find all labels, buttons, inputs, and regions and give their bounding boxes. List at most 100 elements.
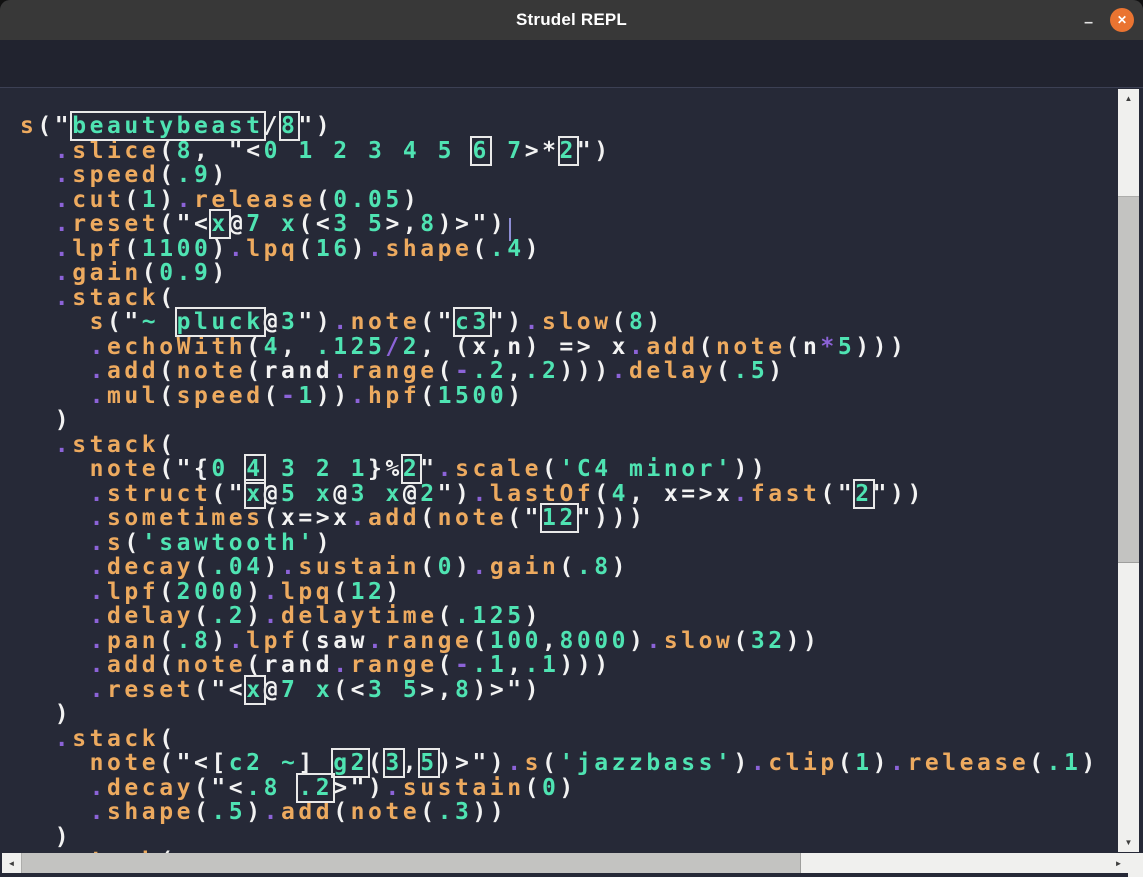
code-token: 'sawtooth' [142,530,316,556]
code-token: @ [333,481,350,507]
code-token: x [316,481,333,507]
code-line[interactable]: .stack( [20,286,1117,311]
code-token: ( [246,358,263,384]
scroll-right-arrow-icon[interactable]: ► [1111,853,1126,873]
code-token: . [368,236,385,262]
code-editor[interactable]: s("beautybeast/8") .slice(8, "<0 1 2 3 4… [0,87,1143,877]
code-token: " [420,456,437,482]
code-line[interactable]: note("<[c2 ~] g2(3,5)>").s('jazzbass').c… [20,751,1117,776]
code-line[interactable]: .stack( [20,433,1117,458]
code-line[interactable]: .lpf(1100).lpq(16).shape(.4) [20,237,1117,262]
code-line[interactable]: .stack( [20,727,1117,752]
code-line[interactable]: .sometimes(x=>x.add(note("12"))) [20,506,1117,531]
code-token: (x=>x [264,505,351,531]
code-line[interactable]: .reset("<x@7 x(<3 5>,8)>") [20,678,1117,703]
code-token: fast [751,481,821,507]
code-token: gain [72,260,142,286]
code-token: 1 [298,138,315,164]
code-line[interactable]: .pan(.8).lpf(saw.range(100,8000).slow(32… [20,629,1117,654]
scroll-down-arrow-icon[interactable]: ▼ [1118,835,1139,850]
code-token: ( [316,187,333,213]
code-token: ) [1081,750,1098,776]
code-line[interactable]: .cut(1).release(0.05) [20,188,1117,213]
code-token: 2 [420,481,437,507]
code-token: release [907,750,1029,776]
code-token: , "< [194,138,264,164]
code-line[interactable]: ) [20,408,1117,433]
code-token: .4 [490,236,525,262]
code-token: . [333,358,350,384]
code-line[interactable]: .add(note(rand.range(-.2,.2))).delay(.5) [20,359,1117,384]
code-token: , [507,652,524,678]
code-line[interactable]: note("{0 4 3 2 1}%2".scale('C4 minor')) [20,457,1117,482]
code-token: ( [194,799,211,825]
code-line[interactable]: .shape(.5).add(note(.3)) [20,800,1117,825]
close-button[interactable]: ✕ [1110,8,1134,32]
code-line[interactable]: .decay(.04).sustain(0).gain(.8) [20,555,1117,580]
code-line[interactable]: .add(note(rand.range(-.1,.1))) [20,653,1117,678]
code-token: range [351,652,438,678]
code-token: release [194,187,316,213]
code-line[interactable]: .slice(8, "<0 1 2 3 4 5 6 7>*2") [20,139,1117,164]
code-token: 5 [838,334,855,360]
titlebar[interactable]: Strudel REPL – ✕ [0,0,1143,41]
code-line[interactable]: .delay(.2).delaytime(.125) [20,604,1117,629]
code-area[interactable]: s("beautybeast/8") .slice(8, "<0 1 2 3 4… [0,88,1117,853]
code-line[interactable]: .echoWith(4, .125/2, (x,n) => x.add(note… [20,335,1117,360]
code-token: rand [264,358,334,384]
code-token: 3 [281,309,298,335]
code-line[interactable]: .reset("<x@7 x(<3 5>,8)>") [20,212,1117,237]
horizontal-scroll-thumb[interactable] [21,853,801,873]
code-token: note [351,799,421,825]
code-line[interactable]: .gain(0.9) [20,261,1117,286]
code-token: ( [420,799,437,825]
code-token: 5 [403,677,420,703]
code-token: 3 [333,211,350,237]
minimize-button[interactable]: – [1084,15,1093,31]
code-line[interactable]: .lpf(2000).lpq(12) [20,580,1117,605]
code-token: ( [194,554,211,580]
code-token: . [507,750,524,776]
code-token: add [281,799,333,825]
code-token: x [316,677,333,703]
code-token: . [55,260,72,286]
scrollbar-corner [1128,853,1143,877]
code-token: 2 [403,334,420,360]
strudel-repl-window: Strudel REPL – ✕ s("beautybeast/8") .sli… [0,0,1143,877]
code-line[interactable]: ) [20,702,1117,727]
code-token: ( [786,334,803,360]
code-token: ( [159,285,176,311]
code-line[interactable]: .decay("<.8 .2>").sustain(0) [20,776,1117,801]
code-token: ("< [194,775,246,801]
code-token [264,456,281,482]
code-token: (" [107,309,142,335]
code-line[interactable]: s("beautybeast/8") [20,114,1117,139]
code-token: . [612,358,629,384]
code-token: ( [542,750,559,776]
horizontal-scrollbar[interactable]: ◄ ► [2,853,1128,873]
vertical-scroll-thumb[interactable] [1118,196,1139,563]
scroll-left-arrow-icon[interactable]: ◄ [4,853,19,873]
code-token: ") [577,138,612,164]
code-token: . [177,187,194,213]
code-token: range [351,358,438,384]
vertical-scrollbar[interactable]: ▲ ▼ [1118,89,1139,852]
code-line[interactable]: .s('sawtooth') [20,531,1117,556]
code-token: 1100 [142,236,212,262]
code-token: c2 [229,750,264,776]
code-token: . [229,236,246,262]
code-token [385,138,402,164]
code-token: reset [107,677,194,703]
code-line[interactable]: .mul(speed(-1)).hpf(1500) [20,384,1117,409]
code-token: . [55,187,72,213]
code-token: decay [107,554,194,580]
code-token: ( [438,358,455,384]
code-line[interactable]: s("~ pluck@3").note("c3").slow(8) [20,310,1117,335]
code-line[interactable]: .struct("x@5 x@3 x@2").lastOf(4, x=>x.fa… [20,482,1117,507]
code-token: . [55,211,72,237]
code-token: ) [20,407,72,433]
code-token: 3 [368,138,385,164]
code-line[interactable]: ) [20,825,1117,850]
code-line[interactable]: .speed(.9) [20,163,1117,188]
scroll-up-arrow-icon[interactable]: ▲ [1118,91,1139,106]
